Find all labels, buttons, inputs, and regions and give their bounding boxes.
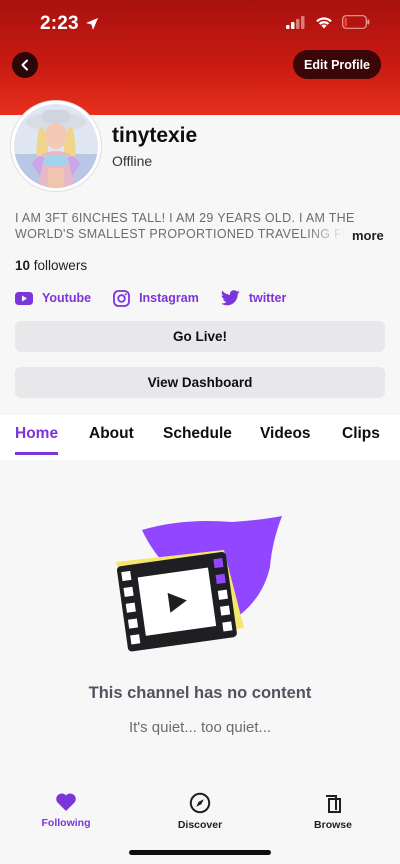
bio-line-1: I AM 3FT 6INCHES TALL! I AM 29 YEARS OLD…: [15, 211, 355, 225]
status-time: 2:23: [40, 13, 99, 35]
heart-icon: [56, 793, 76, 811]
nav-following[interactable]: Following: [26, 792, 106, 829]
avatar-image: [14, 104, 98, 188]
avatar[interactable]: [11, 101, 101, 191]
status-icons: [286, 15, 370, 29]
empty-state-subtitle: It's quiet... too quiet...: [128, 719, 272, 736]
nav-label-discover: Discover: [177, 819, 223, 831]
channel-tabs: Home About Schedule Videos Clips: [0, 415, 400, 460]
social-label-twitter: twitter: [248, 291, 287, 305]
youtube-icon: [15, 291, 33, 305]
edit-profile-button[interactable]: Edit Profile: [293, 50, 381, 79]
social-label-youtube: Youtube: [42, 291, 92, 305]
nav-label-browse: Browse: [314, 819, 352, 831]
nav-discover[interactable]: Discover: [160, 792, 240, 831]
bio-more-link[interactable]: more: [352, 228, 384, 243]
compass-icon: [189, 792, 211, 814]
channel-bio: I AM 3FT 6INCHES TALL! I AM 29 YEARS OLD…: [15, 210, 385, 242]
view-dashboard-button[interactable]: View Dashboard: [15, 367, 385, 398]
followers-label: followers: [33, 258, 88, 273]
empty-state-title: This channel has no content: [88, 684, 312, 702]
social-links: Youtube Instagram twitter: [15, 288, 308, 308]
tab-about[interactable]: About: [89, 425, 134, 455]
bio-line-2: WORLD'S SMALLEST PROPORTIONED TRAVELING …: [15, 226, 345, 242]
film-frame-icon: [116, 551, 237, 652]
browse-icon: [326, 795, 341, 813]
channel-username: tinytexie: [112, 124, 198, 147]
social-link-youtube[interactable]: Youtube: [15, 291, 91, 305]
go-live-button[interactable]: Go Live!: [15, 321, 385, 352]
nav-browse[interactable]: Browse: [293, 792, 373, 831]
status-time-text: 2:23: [40, 13, 79, 34]
followers-count[interactable]: 10 followers: [15, 258, 87, 273]
presence-status: Offline: [112, 153, 153, 169]
instagram-icon: [113, 289, 130, 307]
tab-videos[interactable]: Videos: [260, 425, 311, 455]
status-bar: 2:23: [0, 0, 400, 48]
followers-number: 10: [15, 258, 31, 273]
signal-icon: [286, 15, 305, 29]
social-link-instagram[interactable]: Instagram: [113, 289, 199, 307]
tab-clips[interactable]: Clips: [342, 425, 380, 455]
social-link-twitter[interactable]: twitter: [220, 290, 287, 306]
battery-icon: [342, 15, 370, 29]
wifi-icon: [316, 16, 332, 28]
chevron-left-icon: [21, 59, 28, 71]
nav-label-following: Following: [41, 817, 91, 829]
tab-home[interactable]: Home: [15, 425, 59, 455]
tab-schedule[interactable]: Schedule: [163, 425, 232, 455]
twitter-icon: [220, 290, 240, 306]
empty-content-illustration: [116, 516, 282, 652]
back-button[interactable]: [12, 52, 38, 78]
location-arrow-icon: [85, 18, 98, 30]
social-label-instagram: Instagram: [139, 291, 199, 305]
home-indicator: [129, 850, 271, 855]
